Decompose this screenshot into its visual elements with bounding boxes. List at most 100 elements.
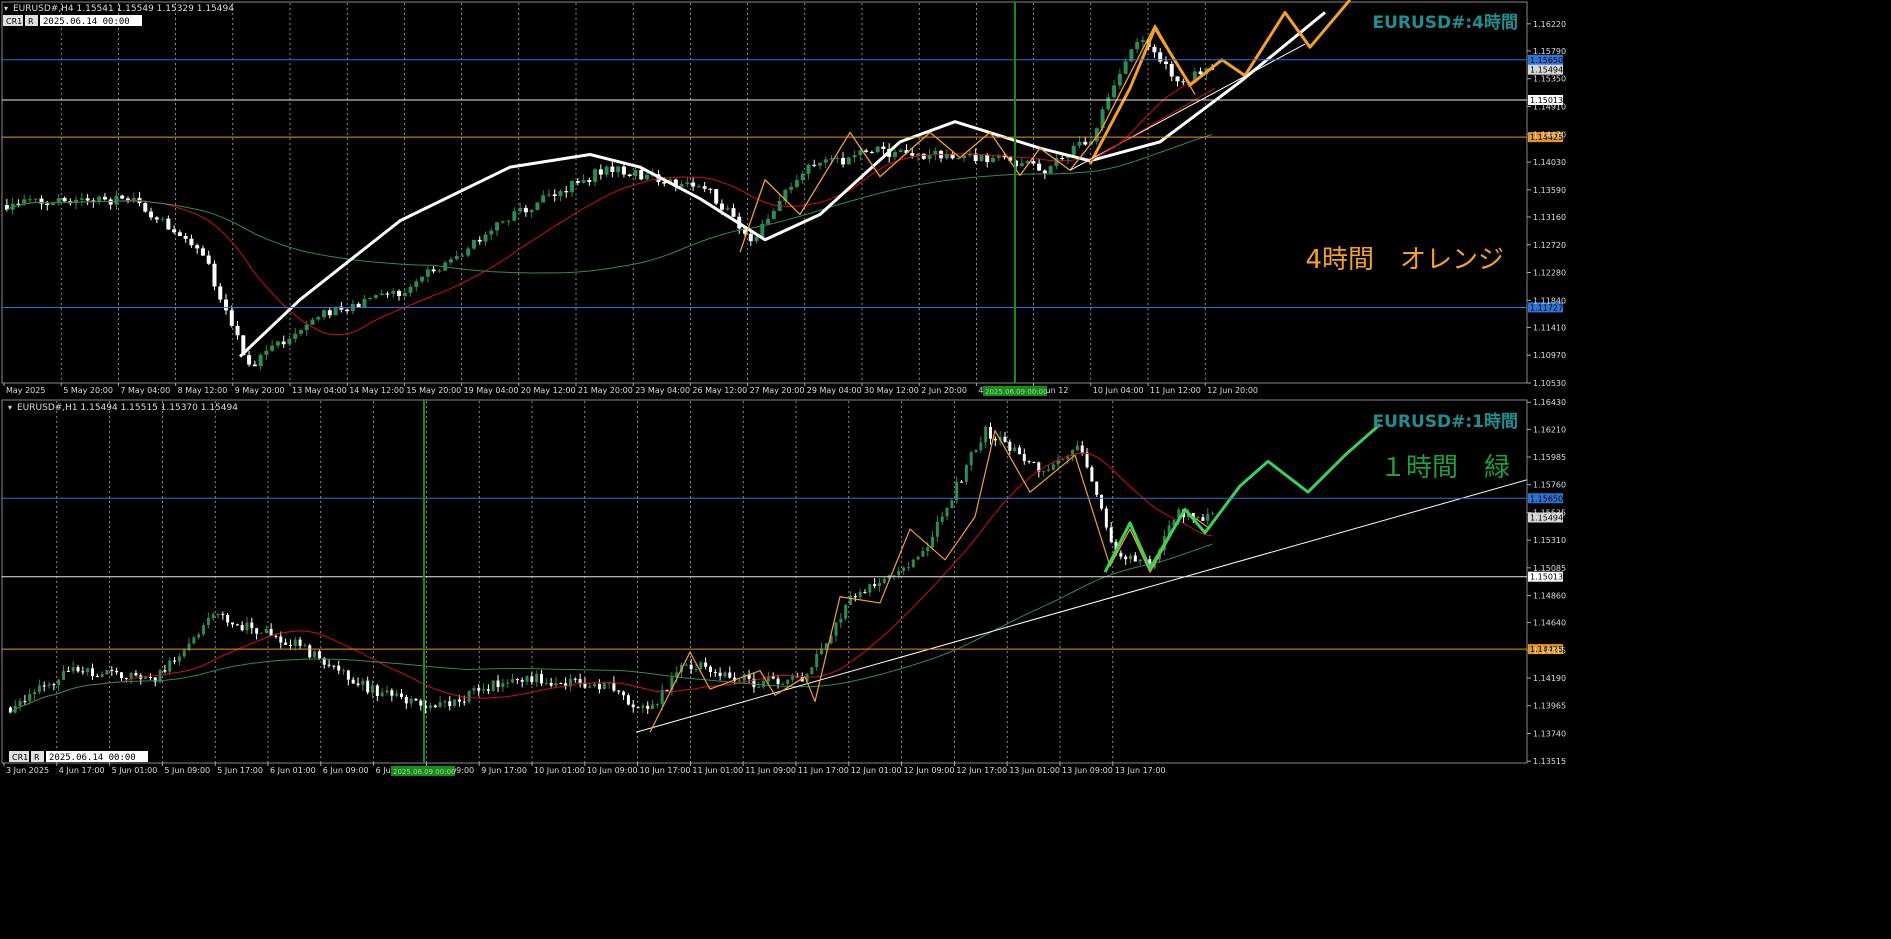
bot-candle-body: [882, 578, 886, 583]
h4-collapse-icon[interactable]: ▾: [4, 4, 8, 13]
bot-candle-body: [902, 567, 906, 571]
bot-candle-body: [81, 671, 85, 673]
top-candle-body: [33, 198, 38, 200]
bot-candle-body: [646, 705, 650, 709]
bot-candle-body: [482, 689, 486, 691]
top-candle-body: [748, 233, 753, 242]
bot-candle-body: [115, 670, 119, 673]
bot-candle-body: [974, 450, 978, 453]
bot-candle-body: [848, 596, 852, 605]
top-candle-body: [16, 203, 21, 205]
top-candle-body: [950, 154, 955, 159]
top-candle-body: [270, 345, 275, 351]
top-candle-body: [264, 350, 269, 355]
bot-candle-body: [844, 604, 848, 619]
top-candle-body: [610, 166, 615, 173]
bot-candle-body: [511, 679, 515, 683]
top-xtick-label: 19 May 04:00: [464, 386, 519, 395]
top-ytick-label: 1.14910: [1533, 103, 1566, 112]
bot-candle-body: [231, 622, 235, 625]
top-candle-body: [979, 154, 984, 161]
bot-candle-body: [317, 651, 321, 659]
bot-candle-body: [588, 686, 592, 688]
top-candle-body: [506, 220, 511, 222]
bot-candle-body: [694, 668, 698, 670]
bot-candle-body: [288, 644, 292, 646]
bot-candle-body: [371, 685, 375, 693]
top-candle-body: [604, 166, 609, 175]
bot-candle-body: [144, 677, 148, 679]
bot-candle-body: [926, 547, 930, 552]
top-candle-body: [1140, 40, 1145, 42]
bot-candle-body: [284, 642, 288, 645]
bot-candle-body: [651, 704, 655, 709]
top-candle-body: [373, 295, 378, 298]
bot-candle-body: [718, 672, 722, 677]
bot-candle-body: [853, 596, 857, 598]
bot-candle-body: [124, 677, 128, 679]
top-candle-body: [875, 146, 880, 153]
bot-candle-body: [1201, 517, 1205, 521]
bot-candle-body: [964, 465, 968, 483]
bot-candle-body: [448, 701, 452, 707]
top-candle-body: [160, 218, 165, 220]
top-candle-body: [310, 319, 315, 325]
top-xtick-label: 29 May 04:00: [807, 386, 862, 395]
top-candle-body: [817, 162, 822, 166]
bot-candle-body: [1206, 513, 1210, 521]
bot-candle-body: [539, 674, 543, 684]
top-candle-body: [1106, 97, 1111, 110]
h4-cr-label: CR1: [6, 17, 22, 26]
bot-candle-body: [438, 702, 442, 708]
top-candle-body: [149, 211, 154, 218]
top-candle-body: [437, 270, 442, 272]
bot-xtick-label: 13 Jun 09:00: [1062, 766, 1113, 775]
bot-candle-body: [931, 536, 935, 548]
bot-candle-body: [1085, 452, 1089, 468]
top-candle-body: [1117, 73, 1122, 86]
top-candle-body: [1152, 46, 1157, 53]
bot-candle-body: [182, 650, 186, 657]
bot-xtick-label: 12 Jun 09:00: [904, 766, 955, 775]
top-candle-body: [379, 293, 384, 296]
top-candle-body: [598, 169, 603, 175]
bot-candle-body: [23, 701, 27, 703]
top-candle-body: [114, 195, 119, 205]
top-candle-body: [425, 269, 430, 277]
bot-candle-body: [313, 651, 317, 658]
top-ytick-label: 1.12720: [1533, 241, 1566, 250]
bot-candle-body: [366, 680, 370, 693]
top-candle-body: [621, 166, 626, 175]
top-candle-body: [489, 230, 494, 235]
top-candle-body: [806, 164, 811, 174]
bot-candle-body: [617, 690, 621, 692]
bot-candle-body: [665, 689, 669, 691]
top-candle-body: [812, 164, 817, 166]
h1-annotation: １時間 緑: [1380, 453, 1510, 483]
bot-ytick-label: 1.13740: [1533, 729, 1566, 738]
top-xtick-label: 20 May 12:00: [521, 386, 576, 395]
top-candle-body: [1123, 61, 1128, 74]
bot-candle-body: [969, 452, 973, 466]
top-candle-body: [708, 188, 713, 190]
bot-candle-body: [1095, 481, 1099, 495]
top-candle-body: [79, 198, 84, 200]
top-candle-body: [771, 210, 776, 219]
top-xtick-label: 26 May 12:00: [692, 386, 747, 395]
bot-candle-body: [1211, 513, 1215, 515]
bot-candle-body: [1138, 559, 1142, 562]
bot-price-tag-text-blue-upper: 1.15650: [1530, 494, 1563, 503]
bot-candle-body: [559, 683, 563, 685]
bot-candle-body: [100, 674, 104, 678]
bot-candle-body: [433, 705, 437, 708]
top-candle-body: [1037, 163, 1042, 171]
h1-collapse-icon[interactable]: ▾: [8, 403, 12, 412]
top-candle-body: [789, 186, 794, 190]
bot-candle-body: [255, 628, 259, 634]
bot-candle-body: [612, 682, 616, 691]
bot-ytick-label: 1.13515: [1533, 757, 1566, 766]
top-candle-body: [102, 196, 107, 200]
top-candle-body: [304, 324, 309, 331]
top-candle-body: [1112, 85, 1117, 98]
top-candle-body: [177, 232, 182, 236]
